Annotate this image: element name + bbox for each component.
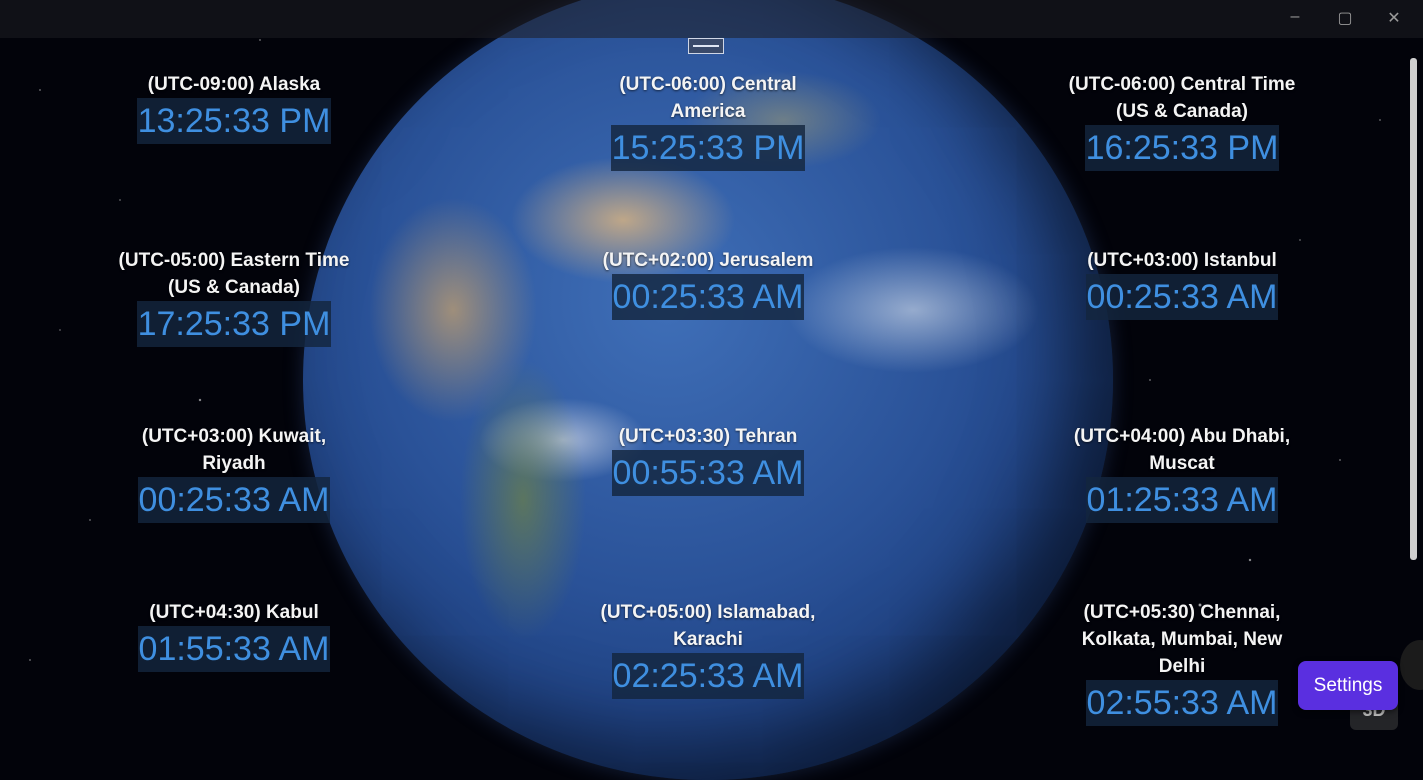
settings-button[interactable]: Settings	[1298, 661, 1398, 710]
clock-eastern-time: (UTC-05:00) Eastern Time (US & Canada) 1…	[84, 247, 384, 347]
timezone-label: (UTC-06:00) Central Time (US & Canada)	[1068, 74, 1296, 122]
timezone-label: (UTC-05:00) Eastern Time (US & Canada)	[118, 250, 350, 298]
maximize-icon[interactable]: ▢	[1335, 8, 1355, 28]
timezone-label: (UTC+03:30) Tehran	[618, 426, 798, 447]
clock-central-time: (UTC-06:00) Central Time (US & Canada) 1…	[1032, 71, 1332, 171]
clock-india: (UTC+05:30) Chennai, Kolkata, Mumbai, Ne…	[1032, 599, 1332, 726]
time-display: 16:25:33 PM	[1084, 125, 1280, 171]
scrollbar[interactable]	[1410, 58, 1417, 560]
minimize-icon[interactable]: –	[1285, 8, 1305, 26]
timezone-label: (UTC+04:30) Kabul	[149, 602, 319, 623]
clock-jerusalem: (UTC+02:00) Jerusalem 00:25:33 AM	[558, 247, 858, 320]
clock-alaska: (UTC-09:00) Alaska 13:25:33 PM	[84, 71, 384, 144]
timezone-label: (UTC+04:00) Abu Dhabi, Muscat	[1073, 426, 1291, 474]
time-display: 15:25:33 PM	[610, 125, 806, 171]
time-display: 01:55:33 AM	[137, 626, 331, 672]
time-display: 02:55:33 AM	[1085, 680, 1279, 726]
clock-central-america: (UTC-06:00) Central America 15:25:33 PM	[558, 71, 858, 171]
timezone-label: (UTC+05:00) Islamabad, Karachi	[600, 602, 816, 650]
timezone-label: (UTC+05:30) Chennai, Kolkata, Mumbai, Ne…	[1081, 602, 1283, 677]
clock-kabul: (UTC+04:30) Kabul 01:55:33 AM	[84, 599, 384, 672]
close-icon[interactable]: ✕	[1384, 8, 1404, 28]
timezone-label: (UTC-06:00) Central America	[619, 74, 797, 122]
timezone-label: (UTC+03:00) Istanbul	[1087, 250, 1277, 271]
timezone-label: (UTC+03:00) Kuwait, Riyadh	[141, 426, 327, 474]
time-display: 00:25:33 AM	[1085, 274, 1279, 320]
clock-abu-dhabi-muscat: (UTC+04:00) Abu Dhabi, Muscat 01:25:33 A…	[1032, 423, 1332, 523]
clock-islamabad-karachi: (UTC+05:00) Islamabad, Karachi 02:25:33 …	[558, 599, 858, 699]
time-display: 17:25:33 PM	[136, 301, 332, 347]
clock-kuwait-riyadh: (UTC+03:00) Kuwait, Riyadh 00:25:33 AM	[84, 423, 384, 523]
time-display: 13:25:33 PM	[136, 98, 332, 144]
clock-tehran: (UTC+03:30) Tehran 00:55:33 AM	[558, 423, 858, 496]
time-display: 00:25:33 AM	[611, 274, 805, 320]
drag-handle[interactable]	[688, 38, 724, 54]
timezone-label: (UTC+02:00) Jerusalem	[602, 250, 814, 271]
time-display: 00:25:33 AM	[137, 477, 331, 523]
title-bar: – ▢ ✕	[0, 0, 1423, 38]
timezone-label: (UTC-09:00) Alaska	[147, 74, 321, 95]
time-display: 02:25:33 AM	[611, 653, 805, 699]
time-display: 01:25:33 AM	[1085, 477, 1279, 523]
clock-istanbul: (UTC+03:00) Istanbul 00:25:33 AM	[1032, 247, 1332, 320]
time-display: 00:55:33 AM	[611, 450, 805, 496]
